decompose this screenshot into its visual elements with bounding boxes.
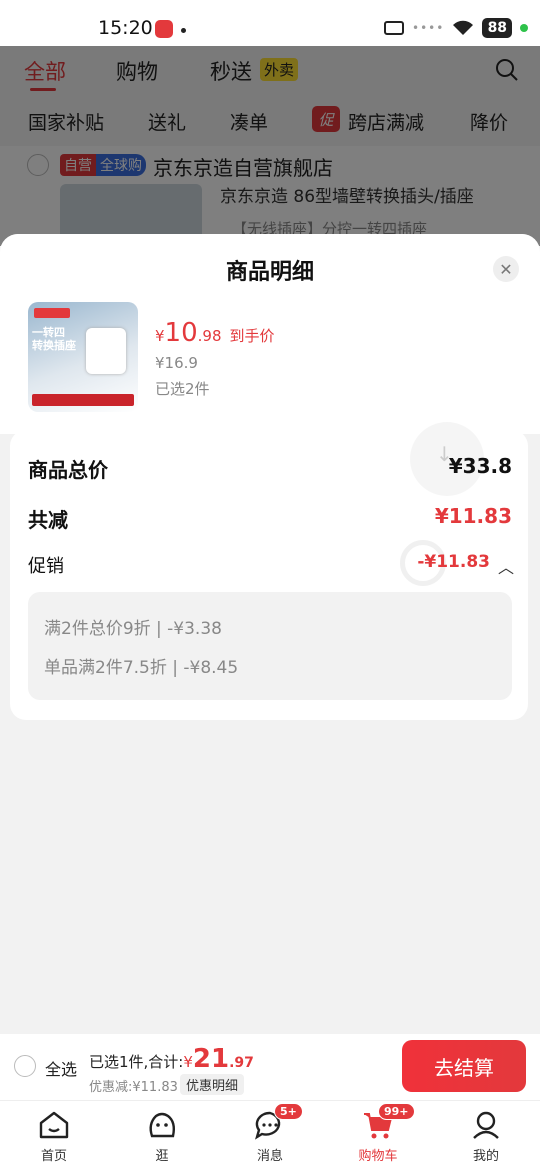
- price-decimal: .98: [197, 327, 222, 345]
- sum-currency: ¥: [183, 1053, 193, 1071]
- socket-graphic: [86, 328, 126, 374]
- reduce-value: ¥11.83: [434, 504, 512, 528]
- total-summary: 已选1件,合计: ¥ 21 .97: [89, 1044, 254, 1074]
- wifi-icon: [452, 20, 474, 36]
- sum-decimal: .97: [229, 1055, 254, 1071]
- sum-integer: 21: [192, 1044, 230, 1074]
- privacy-indicator-dot: [520, 24, 529, 32]
- checkout-bar: 全选 已选1件,合计: ¥ 21 .97 优惠减:¥11.83 优惠明细 去结算: [0, 1034, 540, 1100]
- discount-detail-button[interactable]: 优惠明细: [180, 1074, 245, 1095]
- total-value: ¥33.8: [448, 454, 512, 478]
- price-currency: ¥: [155, 327, 165, 345]
- promo-label[interactable]: 促销: [28, 552, 64, 578]
- final-price: ¥ 10 .98 到手价: [155, 318, 275, 348]
- battery-icon: 88: [482, 18, 513, 38]
- system-icons: •••• 88: [384, 16, 529, 40]
- browse-icon: [122, 1109, 202, 1141]
- promo-strip: [32, 394, 134, 406]
- screencast-icon: [384, 21, 404, 35]
- original-price: ¥16.9: [155, 354, 198, 372]
- total-label: 商品总价: [28, 458, 108, 482]
- brand-strip: [34, 308, 70, 318]
- nav-messages[interactable]: 5+ 消息: [230, 1103, 310, 1164]
- price-label: 到手价: [229, 327, 275, 345]
- reduce-label: 共减: [28, 508, 68, 532]
- promo-details: 满2件总价9折 | -¥3.38 单品满2件7.5折 | -¥8.45: [28, 592, 512, 700]
- price-integer: 10: [164, 318, 198, 348]
- nav-profile[interactable]: 我的: [446, 1109, 526, 1164]
- product-image-caption: 一转四 转换插座: [32, 326, 76, 352]
- message-icon: 5+: [230, 1103, 310, 1141]
- signal-dots-icon: ••••: [412, 21, 445, 35]
- app-notification-icon: [155, 20, 173, 38]
- modal-overlay[interactable]: [0, 46, 540, 246]
- sum-prefix: 已选1件,合计:: [89, 1053, 184, 1071]
- product-image: 一转四 转换插座: [28, 302, 138, 412]
- promo-item: 满2件总价9折 | -¥3.38: [44, 619, 222, 639]
- message-badge: 5+: [274, 1103, 303, 1120]
- nav-label: 首页: [40, 1149, 67, 1164]
- status-bar: 15:20 •••• 88: [0, 0, 540, 46]
- status-time: 15:20: [98, 17, 153, 39]
- price-breakdown-card: ↓ 商品总价 ¥33.8 共减 ¥11.83 促销 -¥11.83 ︿ 满2件总…: [10, 422, 528, 720]
- cart-icon: 99+: [338, 1103, 418, 1141]
- nav-home[interactable]: 首页: [14, 1109, 94, 1164]
- home-icon: [14, 1109, 94, 1141]
- product-detail-sheet: 商品明细 ✕ 一转四 转换插座 ¥ 10 .98 到手价 ¥16.9 已选2件 …: [0, 234, 540, 1034]
- profile-icon: [446, 1109, 526, 1141]
- sheet-title: 商品明细: [225, 260, 314, 285]
- cart-badge: 99+: [378, 1103, 415, 1120]
- selected-count: 已选2件: [155, 380, 210, 398]
- nav-label: 逛: [155, 1149, 169, 1164]
- nav-browse[interactable]: 逛: [122, 1109, 202, 1164]
- promo-item: 单品满2件7.5折 | -¥8.45: [44, 658, 239, 678]
- promo-value[interactable]: -¥11.83: [417, 552, 490, 572]
- chevron-up-icon[interactable]: ︿: [498, 554, 514, 578]
- nav-label: 我的: [472, 1149, 499, 1164]
- select-all-label[interactable]: 全选: [45, 1056, 77, 1080]
- nav-cart[interactable]: 99+ 购物车: [338, 1103, 418, 1164]
- nav-label: 购物车: [358, 1149, 398, 1164]
- sheet-header: 商品明细 ✕ 一转四 转换插座 ¥ 10 .98 到手价 ¥16.9 已选2件: [0, 234, 540, 434]
- bottom-nav: 首页 逛 5+ 消息 99+ 购物车 我的: [0, 1100, 540, 1170]
- checkout-button[interactable]: 去结算: [402, 1040, 526, 1092]
- discount-text: 优惠减:¥11.83: [89, 1080, 178, 1095]
- more-notifications-dot: [181, 28, 186, 33]
- select-all-radio[interactable]: [14, 1055, 36, 1077]
- nav-label: 消息: [256, 1149, 283, 1164]
- close-icon[interactable]: ✕: [493, 256, 519, 282]
